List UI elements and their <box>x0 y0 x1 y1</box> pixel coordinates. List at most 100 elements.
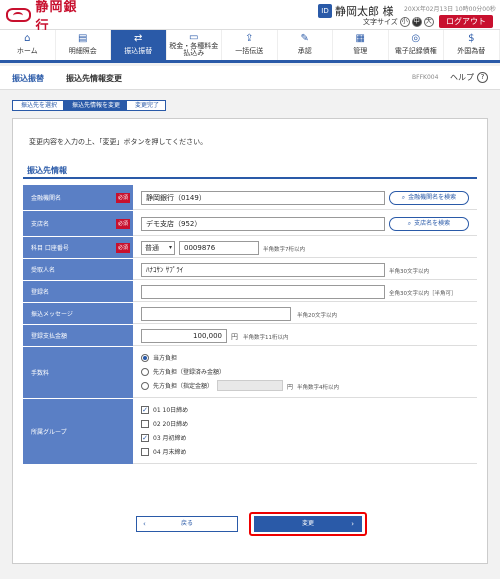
group-item-02[interactable]: 02 20日締め <box>141 419 188 428</box>
account-type-value: 普通 <box>145 244 159 252</box>
nav-ecredit[interactable]: ◎ 電子記録債権 <box>389 30 444 60</box>
approve-icon: ✎ <box>300 33 309 44</box>
font-size-small[interactable]: 小 <box>399 17 410 27</box>
bank-logo-mark-icon <box>6 8 32 22</box>
account-number-input[interactable]: 0009876 <box>179 241 259 255</box>
help-label: ヘルプ <box>450 73 474 82</box>
message-input[interactable] <box>141 307 291 321</box>
change-label: 変更 <box>301 520 314 527</box>
required-badge: 必須 <box>116 192 130 203</box>
fee-amount-input <box>217 380 283 391</box>
nav-forex[interactable]: $ 外国為替 <box>444 30 500 60</box>
instruction-text: 変更内容を入力の上、「変更」ボタンを押してください。 <box>29 138 208 146</box>
checkbox-unchecked[interactable] <box>141 419 149 428</box>
nav-approve[interactable]: ✎ 承認 <box>278 30 333 60</box>
page-titlebar: 振込振替 振込先情報変更 BFFK004 ヘルプ? <box>0 66 500 90</box>
branch-search-label: 支店名を検索 <box>414 220 451 227</box>
ecredit-icon: ◎ <box>411 33 421 44</box>
bank-search-button[interactable]: ⌕ 金融機関名を検索 <box>389 191 469 205</box>
group-label: 所属グループ <box>23 399 133 464</box>
checkbox-checked[interactable]: ✓ <box>141 405 149 414</box>
fee-option-theirs-specified[interactable]: 先方負担（指定金額） <box>141 381 213 390</box>
row-amount: 登録支払金額 100,000 円 半角数字11桁以内 <box>23 325 477 347</box>
required-badge: 必須 <box>116 218 130 229</box>
nav-label: 一括伝送 <box>235 47 264 55</box>
fee-option-label: 先方負担（指定金額） <box>153 383 214 390</box>
search-icon: ⌕ <box>407 220 412 227</box>
branch-search-button[interactable]: ⌕ 支店名を検索 <box>389 217 469 231</box>
help-link[interactable]: ヘルプ? <box>450 72 488 83</box>
font-size-label: 文字サイズ <box>363 18 398 26</box>
font-size-large[interactable]: 大 <box>423 17 434 27</box>
nav-statements[interactable]: ▤ 明細照会 <box>56 30 111 60</box>
amount-unit: 円 <box>231 333 238 341</box>
row-value: 半角20文字以内 <box>133 303 477 324</box>
fee-option-theirs-registered[interactable]: 先方負担（登録済み金額） <box>141 367 225 376</box>
required-badge: 必須 <box>116 242 130 253</box>
radio-selected[interactable] <box>141 353 149 362</box>
group-item-01[interactable]: ✓ 01 10日締め <box>141 405 188 414</box>
checkbox-unchecked[interactable] <box>141 447 149 456</box>
row-branch: 支店名 必須 デモ支店（952） ⌕ 支店名を検索 <box>23 211 477 237</box>
fee-note: 半角数字4桁以内 <box>297 385 339 391</box>
nav-home[interactable]: ⌂ ホーム <box>0 30 56 60</box>
change-button[interactable]: 変更 › <box>254 516 362 532</box>
nav-manage[interactable]: ▦ 管理 <box>333 30 389 60</box>
radio-unselected[interactable] <box>141 367 149 376</box>
group-item-04[interactable]: 04 月末締め <box>141 447 187 456</box>
nav-tax[interactable]: ▭ 税金・各種料金 払込み <box>167 30 222 60</box>
amount-note: 半角数字11桁以内 <box>243 335 289 341</box>
chevron-left-icon: ‹ <box>143 520 146 528</box>
upload-icon: ⇪ <box>245 33 254 44</box>
row-value: 当方負担 先方負担（登録済み金額） 先方負担（指定金額） 円 半角数字4桁以内 <box>133 347 477 398</box>
fee-option-ours[interactable]: 当方負担 <box>141 353 177 362</box>
back-label: 戻る <box>180 520 193 527</box>
font-size-selector: 文字サイズ 小 中 大 <box>363 17 434 27</box>
logout-button[interactable]: ログアウト <box>439 15 493 28</box>
login-time: 20XX年02月13日 10時00分00秒 <box>404 6 496 13</box>
row-group: 所属グループ ✓ 01 10日締め 02 20日締め ✓ 03 月初締め 04 月末… <box>23 399 477 465</box>
bank-input[interactable]: 静岡銀行（0149） <box>141 191 385 205</box>
amount-label: 登録支払金額 <box>23 325 133 346</box>
recipient-input[interactable]: ﾊﾅｺｻﾝ ｻﾌﾟﾗｲ <box>141 263 385 277</box>
row-bank: 金融機関名 必須 静岡銀行（0149） ⌕ 金融機関名を検索 <box>23 185 477 211</box>
chevron-down-icon: ▾ <box>168 244 172 251</box>
row-value: ✓ 01 10日締め 02 20日締め ✓ 03 月初締め 04 月末締め <box>133 399 477 464</box>
nav-bulk[interactable]: ⇪ 一括伝送 <box>222 30 278 60</box>
message-note: 半角20文字以内 <box>297 313 337 319</box>
forex-icon: $ <box>468 33 475 44</box>
screen-code: BFFK004 <box>412 74 439 81</box>
row-fee: 手数料 当方負担 先方負担（登録済み金額） 先方負担（指定金額） 円 半角数字4… <box>23 347 477 399</box>
nickname-input[interactable] <box>141 285 385 299</box>
home-icon: ⌂ <box>24 33 31 44</box>
checkbox-checked[interactable]: ✓ <box>141 433 149 442</box>
branch-input[interactable]: デモ支店（952） <box>141 217 385 231</box>
step-complete: 変更完了 <box>126 100 167 111</box>
radio-unselected[interactable] <box>141 381 149 390</box>
recipient-form: 金融機関名 必須 静岡銀行（0149） ⌕ 金融機関名を検索 支店名 必須 デモ支… <box>23 185 477 465</box>
nav-transfer[interactable]: ⇄ 振込振替 <box>111 30 167 60</box>
nav-label: 明細照会 <box>68 47 97 55</box>
step-edit: 振込先情報を変更 <box>63 100 128 111</box>
nickname-label: 登録名 <box>23 281 133 302</box>
bank-logo[interactable]: 静岡銀行 <box>6 0 90 34</box>
back-button[interactable]: ‹ 戻る <box>136 516 238 532</box>
row-nickname: 登録名 全角30文字以内［半角可］ <box>23 281 477 303</box>
row-value: 普通 ▾ 0009876 半角数字7桁以内 <box>133 237 477 258</box>
step-indicator: 振込先を選択 振込先情報を変更 変更完了 <box>12 100 167 111</box>
document-icon: ▤ <box>78 33 88 44</box>
amount-input[interactable]: 100,000 <box>141 329 227 343</box>
group-item-03[interactable]: ✓ 03 月初締め <box>141 433 187 442</box>
fee-label: 手数料 <box>23 347 133 398</box>
font-size-medium[interactable]: 中 <box>411 17 422 27</box>
main-panel: 変更内容を入力の上、「変更」ボタンを押してください。 振込先情報 金融機関名 必… <box>12 118 488 564</box>
row-value: 100,000 円 半角数字11桁以内 <box>133 325 477 346</box>
section-title: 振込先情報 <box>23 165 477 179</box>
row-account: 科目 口座番号 必須 普通 ▾ 0009876 半角数字7桁以内 <box>23 237 477 259</box>
account-type-select[interactable]: 普通 ▾ <box>141 241 175 255</box>
account-note: 半角数字7桁以内 <box>263 247 305 253</box>
help-icon: ? <box>477 72 488 83</box>
header: 静岡銀行 ID 静岡太郎 様 20XX年02月13日 10時00分00秒 文字サ… <box>0 0 500 34</box>
manage-icon: ▦ <box>355 33 365 44</box>
nav-label: 電子記録債権 <box>394 47 437 55</box>
